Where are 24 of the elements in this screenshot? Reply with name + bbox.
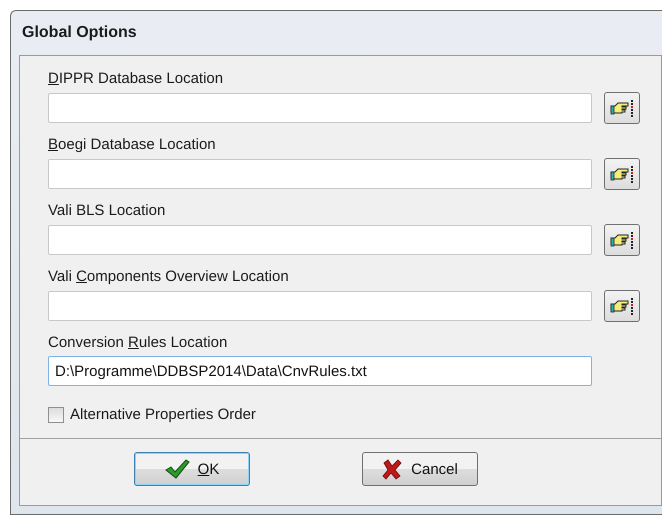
- pointing-hand-icon: [609, 230, 635, 250]
- path-field[interactable]: [48, 225, 592, 255]
- cancel-button[interactable]: Cancel: [362, 452, 478, 486]
- ok-button[interactable]: OK: [134, 452, 250, 486]
- checkbox[interactable]: [48, 406, 64, 422]
- browse-button[interactable]: [604, 290, 640, 322]
- field-label: Boegi Database Location: [48, 136, 216, 155]
- window-title: Global Options: [21, 23, 138, 43]
- field-label: Vali BLS Location: [48, 202, 166, 221]
- check-icon: [164, 458, 190, 480]
- path-field[interactable]: [48, 291, 592, 321]
- pointing-hand-icon: [609, 164, 635, 184]
- pointing-hand-icon: [609, 98, 635, 118]
- path-field[interactable]: D:\Programme\DDBSP2014\Data\CnvRules.txt: [48, 356, 592, 386]
- path-field[interactable]: [48, 159, 592, 189]
- browse-button[interactable]: [604, 92, 640, 124]
- field-label: Vali Components Overview Location: [48, 268, 289, 287]
- path-field[interactable]: [48, 93, 592, 123]
- field-label: Conversion Rules Location: [48, 334, 228, 353]
- browse-button[interactable]: [604, 224, 640, 256]
- field-label: DIPPR Database Location: [48, 70, 224, 89]
- browse-button[interactable]: [604, 158, 640, 190]
- pointing-hand-icon: [609, 296, 635, 316]
- close-icon: [381, 458, 404, 480]
